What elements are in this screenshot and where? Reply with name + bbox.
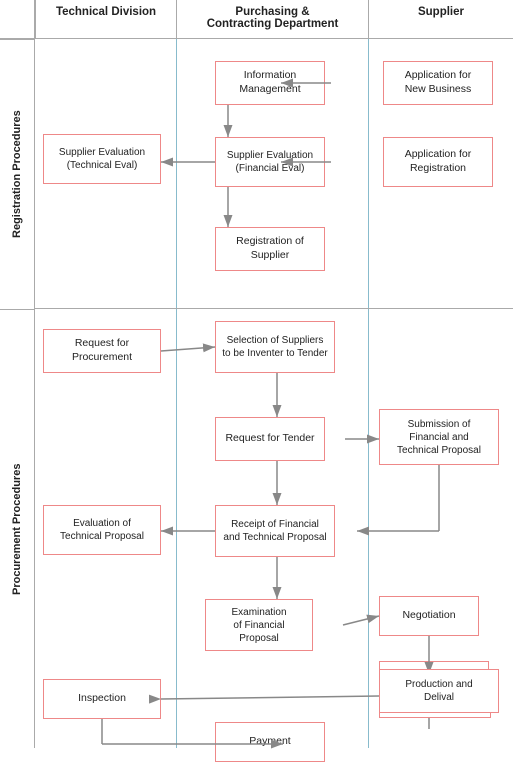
payment-box: Payment [215, 722, 325, 762]
req-proc-box: Request forProcurement [43, 329, 161, 373]
supp-header: Supplier [369, 0, 513, 38]
negotiation-box: Negotiation [379, 596, 479, 636]
diagram-wrapper: Technical Division Purchasing &Contracti… [0, 0, 513, 748]
supp-eval-fin-box: Supplier Evaluation(Financial Eval) [215, 137, 325, 187]
reg-supp-col: Application forNew Business Application … [369, 39, 513, 308]
reg-tech-col: Supplier Evaluation(Technical Eval) [35, 39, 177, 308]
proc-section: Request forProcurement Evaluation ofTech… [35, 309, 513, 748]
supp-eval-tech-box: Supplier Evaluation(Technical Eval) [43, 134, 161, 184]
content-area: Supplier Evaluation(Technical Eval) Info… [35, 39, 513, 748]
reg-section: Supplier Evaluation(Technical Eval) Info… [35, 39, 513, 309]
proc-label: Procurement Procedures [0, 309, 34, 748]
sub-proposal-box: Submission ofFinancial andTechnical Prop… [379, 409, 499, 465]
reg-supplier-box: Registration ofSupplier [215, 227, 325, 271]
req-tender-box: Request for Tender [215, 417, 325, 461]
header-side [0, 0, 35, 38]
info-mgmt-box: InformationManagement [215, 61, 325, 105]
sel-suppliers-box: Selection of Suppliersto be Inventer to … [215, 321, 335, 373]
label-col: Registration Procedures Procurement Proc… [0, 39, 35, 748]
receipt-box: Receipt of Financialand Technical Propos… [215, 505, 335, 557]
tech-header: Technical Division [35, 0, 177, 38]
reg-label: Registration Procedures [0, 39, 34, 309]
reg-purch-col: InformationManagement Supplier Evaluatio… [177, 39, 369, 308]
body-row: Registration Procedures Procurement Proc… [0, 39, 513, 748]
prod-delival-box2: Production andDelival [379, 669, 499, 713]
purch-header: Purchasing &Contracting Department [177, 0, 369, 38]
exam-fin-box: Examinationof FinancialProposal [205, 599, 313, 651]
eval-tech-box: Evaluation ofTechnical Proposal [43, 505, 161, 555]
proc-tech-col: Request forProcurement Evaluation ofTech… [35, 309, 177, 748]
inspection-box: Inspection [43, 679, 161, 719]
proc-purch-col: Selection of Suppliersto be Inventer to … [177, 309, 369, 748]
app-reg-box: Application forRegistration [383, 137, 493, 187]
header-row: Technical Division Purchasing &Contracti… [0, 0, 513, 39]
app-new-box: Application forNew Business [383, 61, 493, 105]
